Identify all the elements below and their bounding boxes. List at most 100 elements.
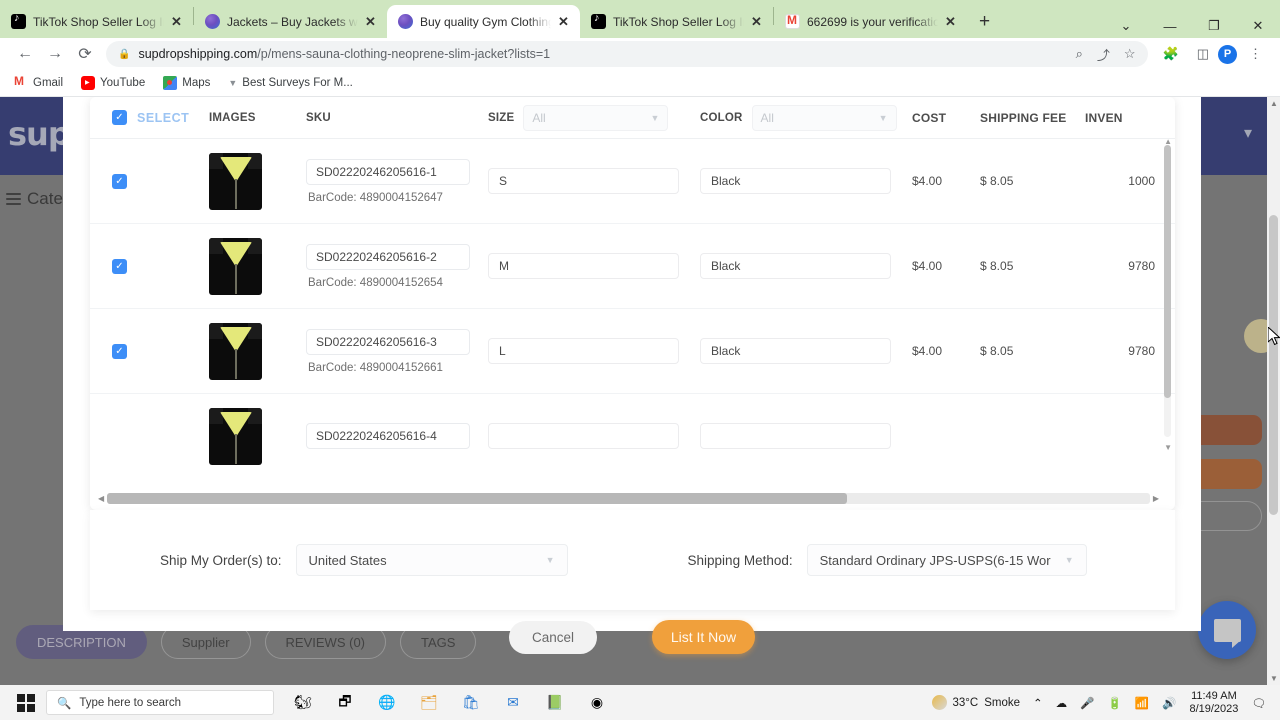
profile-avatar[interactable]: P — [1218, 44, 1237, 64]
browser-tab-active[interactable]: Buy quality Gym Clothing M ✕ — [387, 5, 580, 38]
microphone-icon[interactable]: 🎤 — [1080, 696, 1094, 710]
share-icon[interactable]: ⤴ — [1097, 45, 1110, 64]
close-icon[interactable]: ✕ — [751, 15, 765, 28]
size-input[interactable]: M — [488, 253, 679, 279]
page-scrollbar-thumb[interactable] — [1269, 215, 1278, 515]
row-checkbox[interactable]: ✓ — [112, 258, 127, 274]
taskbar-apps: 🐿 🗗 🌐 🗂 🛍 ✉ 📗 ◉ — [290, 690, 610, 716]
table-horizontal-scrollbar[interactable]: ◀ ▶ — [98, 493, 1159, 504]
side-panel-icon[interactable]: ◫ — [1197, 46, 1209, 62]
cost-value: $4.00 — [912, 259, 943, 273]
table-row[interactable]: ✓ SD02220246205616-3 BarCode: 4890004152… — [90, 309, 1175, 394]
maximize-button[interactable]: ❐ — [1192, 18, 1236, 34]
table-vertical-scrollbar[interactable] — [1164, 145, 1171, 437]
close-icon[interactable]: ✕ — [171, 15, 185, 28]
table-row[interactable]: ✓ SD02220246205616-2 BarCode: 4890004152… — [90, 224, 1175, 309]
scroll-down-icon[interactable]: ▼ — [1270, 674, 1278, 683]
sku-input[interactable]: SD02220246205616-1 — [306, 158, 470, 185]
notifications-icon[interactable]: 🗨 — [1251, 696, 1266, 710]
scrollbar-thumb[interactable] — [1164, 145, 1171, 398]
table-row[interactable]: SD02220246205616-4 — [90, 394, 1175, 466]
cortana-icon[interactable]: 🐿 — [290, 690, 316, 716]
tray-expand-icon[interactable]: ⌃ — [1033, 696, 1043, 710]
file-explorer-icon[interactable]: 🗂 — [416, 690, 442, 716]
bookmark-youtube[interactable]: YouTube — [81, 76, 145, 90]
close-icon[interactable]: ✕ — [945, 15, 959, 28]
size-input[interactable]: L — [488, 338, 679, 364]
bookmark-maps[interactable]: Maps — [163, 76, 210, 90]
close-window-button[interactable]: ✕ — [1236, 18, 1280, 34]
scroll-up-icon[interactable]: ▲ — [1270, 99, 1278, 108]
sku-input[interactable]: SD02220246205616-2 — [306, 243, 470, 270]
bookmark-star-icon[interactable]: ☆ — [1124, 46, 1136, 62]
browser-tab[interactable]: Jackets – Buy Jackets with fr ✕ — [194, 5, 387, 38]
url-path: /p/mens-sauna-clothing-neoprene-slim-jac… — [257, 47, 551, 61]
excel-icon[interactable]: 📗 — [542, 690, 568, 716]
page-scrollbar[interactable]: ▲ ▼ — [1267, 97, 1280, 685]
browser-tab[interactable]: 662699 is your verification co ✕ — [774, 5, 967, 38]
color-value: Black — [711, 344, 741, 358]
wifi-icon[interactable]: 📶 — [1135, 696, 1149, 710]
reload-icon[interactable]: ⟳ — [70, 44, 100, 64]
browser-tab[interactable]: TikTok Shop Seller Log In | U ✕ — [0, 5, 193, 38]
scroll-down-icon[interactable]: ▼ — [1164, 443, 1172, 452]
taskbar-search-input[interactable]: 🔍 Type here to search — [46, 690, 274, 715]
bookmark-gmail[interactable]: Gmail — [14, 74, 63, 90]
size-input[interactable]: S — [488, 168, 679, 194]
forward-icon[interactable]: → — [40, 45, 70, 63]
browser-tab[interactable]: TikTok Shop Seller Log In | U ✕ — [580, 5, 773, 38]
start-button[interactable] — [6, 693, 46, 712]
row-checkbox[interactable]: ✓ — [112, 343, 127, 359]
bookmark-label: Best Surveys For M... — [242, 77, 353, 89]
store-icon[interactable]: 🛍 — [458, 690, 484, 716]
hscroll-track[interactable] — [107, 493, 1150, 504]
close-icon[interactable]: ✕ — [558, 15, 572, 28]
edge-icon[interactable]: 🌐 — [374, 690, 400, 716]
chrome-icon[interactable]: ◉ — [584, 690, 610, 716]
color-input[interactable] — [700, 423, 891, 449]
new-tab-button[interactable]: + — [967, 11, 1002, 38]
select-all-label: SELECT — [137, 110, 190, 125]
minimize-button[interactable]: — — [1148, 19, 1192, 34]
weather-widget[interactable]: 33°C Smoke — [931, 695, 1020, 710]
tab-search-icon[interactable]: ⌄ — [1104, 18, 1148, 34]
variant-image-cell — [209, 322, 306, 380]
size-input[interactable] — [488, 423, 679, 449]
mouse-cursor — [1268, 327, 1280, 346]
menu-icon[interactable]: ⋮ — [1249, 46, 1262, 62]
list-it-now-button[interactable]: List It Now — [652, 620, 755, 654]
sku-input[interactable]: SD02220246205616-4 — [306, 423, 470, 449]
battery-icon[interactable]: 🔋 — [1107, 696, 1121, 710]
scroll-left-icon[interactable]: ◀ — [98, 494, 104, 503]
zoom-icon[interactable]: ⌕ — [1076, 46, 1083, 62]
ship-to-select[interactable]: United States ▼ — [295, 544, 568, 576]
hscroll-thumb[interactable] — [107, 493, 848, 504]
select-all-checkbox[interactable]: ✓ — [112, 110, 127, 125]
mail-icon[interactable]: ✉ — [500, 690, 526, 716]
color-input[interactable]: Black — [700, 338, 891, 364]
scroll-right-icon[interactable]: ▶ — [1153, 494, 1159, 503]
task-view-icon[interactable]: 🗗 — [332, 690, 358, 716]
bookmark-folder[interactable]: ▼ Best Surveys For M... — [228, 77, 352, 89]
row-checkbox[interactable]: ✓ — [112, 173, 127, 189]
cancel-button[interactable]: Cancel — [509, 620, 597, 654]
volume-icon[interactable]: 🔊 — [1162, 696, 1176, 710]
color-input[interactable]: Black — [700, 253, 891, 279]
back-icon[interactable]: ← — [10, 45, 40, 63]
chevron-down-icon: ▼ — [1064, 555, 1074, 565]
size-filter-select[interactable]: All ▼ — [523, 104, 669, 131]
scroll-up-icon[interactable]: ▲ — [1164, 139, 1172, 146]
extensions-icon[interactable]: 🧩 — [1163, 46, 1179, 62]
barcode-text: BarCode: 4890004152661 — [306, 362, 488, 374]
close-icon[interactable]: ✕ — [365, 15, 379, 28]
address-bar[interactable]: 🔒 supdropshipping.com /p/mens-sauna-clot… — [106, 41, 1148, 67]
color-filter-select[interactable]: All ▼ — [751, 104, 897, 131]
sku-input[interactable]: SD02220246205616-3 — [306, 328, 470, 355]
clock[interactable]: 11:49 AM 8/19/2023 — [1189, 690, 1238, 716]
table-row[interactable]: ✓ SD02220246205616-1 BarCode: 4890004152… — [90, 139, 1175, 224]
onedrive-icon[interactable]: ☁ — [1056, 696, 1068, 710]
color-input[interactable]: Black — [700, 168, 891, 194]
system-tray: 33°C Smoke ⌃ ☁ 🎤 🔋 📶 🔊 11:49 AM 8/19/202… — [931, 690, 1275, 716]
variant-sku-cell: SD02220246205616-2 BarCode: 489000415265… — [306, 243, 488, 289]
shipping-method-select[interactable]: Standard Ordinary JPS-USPS(6-15 Wor ▼ — [806, 544, 1087, 576]
